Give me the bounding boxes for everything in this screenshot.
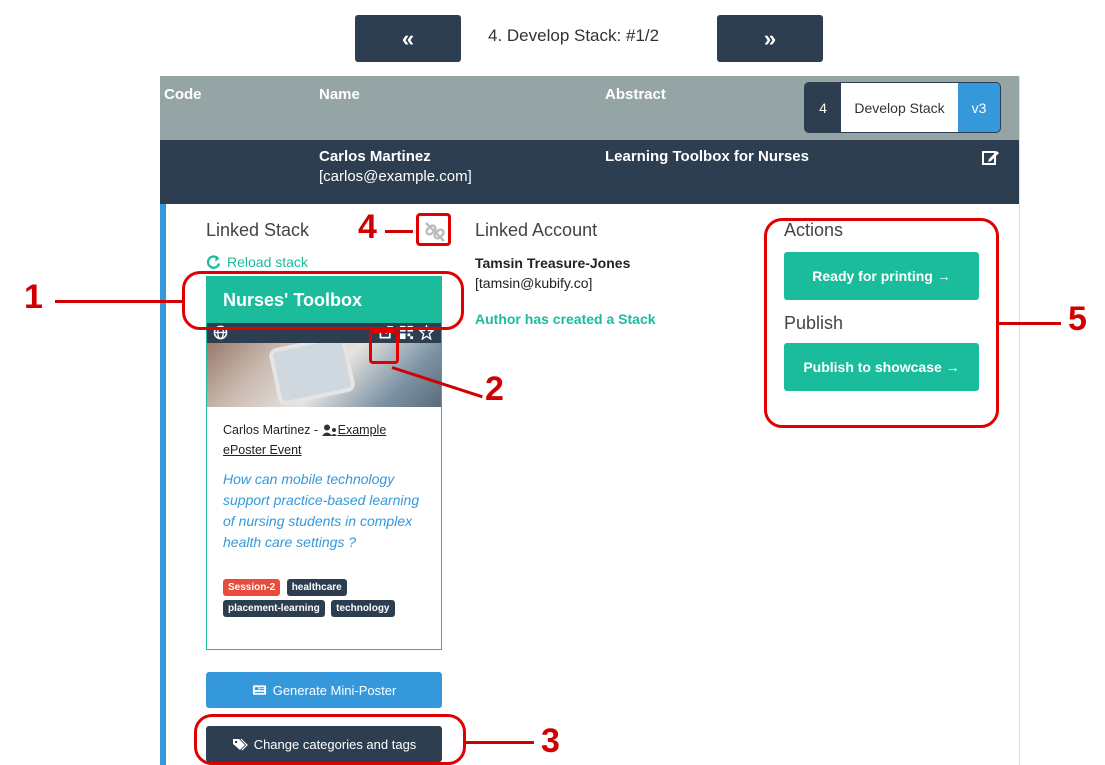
next-label: » [763,25,777,51]
linked-stack-heading: Linked Stack [206,220,310,240]
callout-number-3: 3 [541,722,560,760]
prev-stack-button[interactable]: « [355,15,461,62]
col-code: Code [164,86,202,103]
card-author: Carlos Martinez - [223,423,322,437]
account-email: [tamsin@kubify.co] [475,275,593,291]
author-email: [carlos@example.com] [319,168,472,185]
callout-line-4 [385,230,413,233]
tag: technology [331,600,395,617]
account-status: Author has created a Stack [475,311,656,327]
step-number: 4 [819,99,827,116]
stack-card-question: How can mobile technology support practi… [223,471,420,550]
stack-nav-title: 4. Develop Stack: #1/2 [488,26,660,45]
tag-list: Session-2 healthcare placement-learning … [223,577,437,619]
callout-line-3 [466,741,534,744]
event-link-cont[interactable]: ePoster Event [223,443,302,457]
tag: Session-2 [223,579,281,596]
refresh-icon [206,254,221,269]
next-stack-button[interactable]: » [717,15,823,62]
callout-number-5: 5 [1068,300,1087,338]
step-badge: 4 Develop Stack v3 [804,82,1001,133]
step-label: Develop Stack [841,83,958,132]
callout-number-1: 1 [24,278,43,316]
prev-label: « [401,25,415,51]
author-name: Carlos Martinez [319,148,431,165]
reload-stack-link[interactable]: Reload stack [206,254,308,270]
generate-mini-poster-button[interactable]: Generate Mini-Poster [206,672,442,708]
event-link[interactable]: Example [338,423,387,437]
reload-stack-label: Reload stack [227,254,308,270]
callout-line-5 [999,322,1061,325]
tag: healthcare [286,579,347,596]
callout-box-2 [369,330,399,364]
linked-account-heading: Linked Account [475,220,598,240]
stack-card: Nurses' Toolbox Carlos Martinez - Exampl… [206,276,442,650]
callout-box-4 [416,213,451,246]
generate-mini-poster-label: Generate Mini-Poster [272,682,397,698]
submission-row[interactable]: Carlos Martinez [carlos@example.com] Lea… [160,140,1019,204]
abstract-title: Learning Toolbox for Nurses [605,148,809,165]
callout-line-1 [55,300,182,303]
col-abstract: Abstract [605,86,666,103]
col-name: Name [319,86,360,103]
callout-box-3 [194,714,466,765]
edit-icon[interactable] [982,148,1000,170]
tag: placement-learning [223,600,325,617]
callout-box-1 [182,271,464,330]
callout-number-2: 2 [485,370,504,408]
stack-card-author-line: Carlos Martinez - Example ePoster Event [223,421,433,459]
active-indicator [160,204,166,765]
step-version: v3 [958,83,1000,132]
callout-box-5 [764,218,999,428]
table-header: Code Name Abstract 4 Develop Stack v3 [160,76,1019,140]
callout-number-4: 4 [358,208,377,246]
newspaper-icon [252,685,266,695]
user-group-icon [321,423,338,441]
account-name: Tamsin Treasure-Jones [475,255,631,271]
